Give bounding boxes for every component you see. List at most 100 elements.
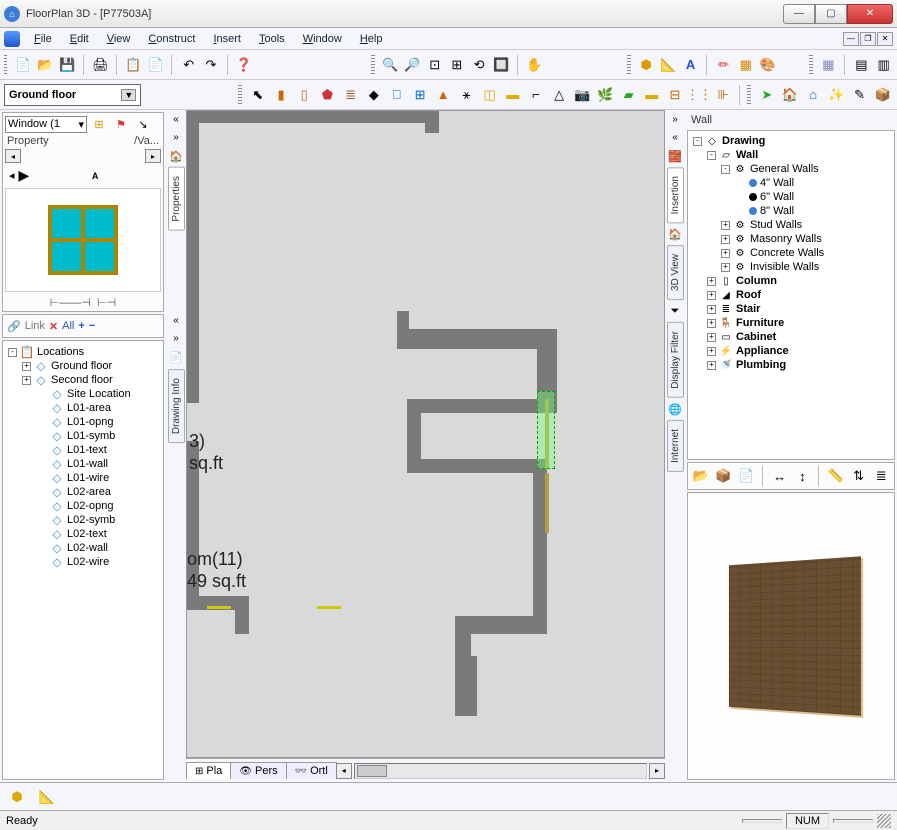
scroll-right-button[interactable]: ▸ xyxy=(145,149,161,163)
dims-button[interactable]: 📐 xyxy=(659,54,678,76)
redo-button[interactable]: ↷ xyxy=(201,54,220,76)
wall-tool[interactable]: ▮ xyxy=(271,84,291,106)
3d-toggle-button[interactable]: ⬢ xyxy=(6,786,28,808)
tree-row[interactable]: ◇L01-text xyxy=(5,443,161,457)
cat-box-button[interactable]: 📦 xyxy=(714,465,734,487)
tree-row[interactable]: ◇L02-symb xyxy=(5,513,161,527)
collapse-right-icon[interactable]: » xyxy=(668,112,682,126)
copy-button[interactable]: 📋 xyxy=(124,54,143,76)
expand-icon[interactable]: + xyxy=(707,347,716,356)
link-toggle[interactable]: 🔗 xyxy=(7,320,21,333)
expand-icon[interactable]: - xyxy=(8,348,17,357)
expand-icon[interactable]: + xyxy=(721,221,730,230)
rafter-tool[interactable]: ⌐ xyxy=(526,84,546,106)
print-button[interactable]: 🖨 xyxy=(91,54,110,76)
toolbar-grip[interactable] xyxy=(4,55,7,75)
object-catalog-button[interactable]: 📦 xyxy=(873,84,893,106)
resize-grip[interactable] xyxy=(877,814,891,828)
expand-icon[interactable]: - xyxy=(721,165,730,174)
cat-new-button[interactable]: 📄 xyxy=(736,465,756,487)
window-tool[interactable]: ⊞ xyxy=(410,84,430,106)
vtab-insertion[interactable]: Insertion xyxy=(667,167,684,223)
menu-insert[interactable]: Insert xyxy=(205,31,249,47)
zoom-window-button[interactable]: ⊡ xyxy=(425,54,444,76)
app-menu-icon[interactable] xyxy=(4,31,20,47)
vtab-3dview[interactable]: 3D View xyxy=(667,245,684,300)
toolbar-grip[interactable] xyxy=(238,85,242,105)
3d-vtab-icon[interactable]: 🏠 xyxy=(667,226,683,242)
tree-row[interactable]: +◇Ground floor xyxy=(5,359,161,373)
tree-row[interactable]: +≣Stair xyxy=(690,302,892,316)
magic-button[interactable]: ✨ xyxy=(826,84,846,106)
collapse-left-top-icon[interactable]: « xyxy=(169,112,183,126)
collapse-left-bot-icon2[interactable]: » xyxy=(169,332,183,346)
delete-button[interactable]: ✕ xyxy=(49,320,58,333)
tree-row[interactable]: +◇Second floor xyxy=(5,373,161,387)
tree-row[interactable]: ◇L02-text xyxy=(5,527,161,541)
tree-row[interactable]: +⚙Masonry Walls xyxy=(690,232,892,246)
zoom-in-button[interactable]: 🔍 xyxy=(381,54,400,76)
add-button[interactable]: + xyxy=(78,320,84,332)
floor-selector[interactable]: Ground floor ▼ xyxy=(4,84,141,106)
tree-row[interactable]: 8" Wall xyxy=(690,204,892,218)
paste-button[interactable]: 📄 xyxy=(146,54,165,76)
vtab-properties[interactable]: Properties xyxy=(168,167,185,231)
camera-tool[interactable]: 📷 xyxy=(572,84,592,106)
tree-row[interactable]: 4" Wall xyxy=(690,176,892,190)
cat-mirror-button[interactable]: ↕ xyxy=(793,465,813,487)
menu-view[interactable]: View xyxy=(99,31,139,47)
select-tool[interactable]: ⬉ xyxy=(248,84,268,106)
menu-help[interactable]: Help xyxy=(352,31,391,47)
zoom-realtime-button[interactable]: 🔲 xyxy=(492,54,511,76)
hscrollbar[interactable] xyxy=(354,763,647,779)
palette-button[interactable]: 🎨 xyxy=(758,54,777,76)
3d-view-button[interactable]: ⬢ xyxy=(637,54,656,76)
collapse-left-bot-icon[interactable]: « xyxy=(169,314,183,328)
terrain-tool[interactable]: ▰ xyxy=(619,84,639,106)
tree-row[interactable]: ◇L01-wire xyxy=(5,471,161,485)
mdi-close-button[interactable]: ✕ xyxy=(877,32,893,46)
pan-button[interactable]: ✋ xyxy=(525,54,544,76)
tree-row[interactable]: +⚙Invisible Walls xyxy=(690,260,892,274)
door-tool[interactable]: ⎕ xyxy=(387,84,407,106)
prev-arrow-icon[interactable]: ◂ xyxy=(9,169,15,182)
cat-open-button[interactable]: 📂 xyxy=(691,465,711,487)
catalog-tree[interactable]: -◇Drawing-▱Wall-⚙General Walls4" Wall6" … xyxy=(687,130,895,460)
expand-icon[interactable]: + xyxy=(721,263,730,272)
tree-row[interactable]: ◇L02-wire xyxy=(5,555,161,569)
filter-stack-button[interactable]: ▥ xyxy=(874,54,893,76)
tree-row[interactable]: ◇L01-area xyxy=(5,401,161,415)
cat-list-button[interactable]: ≣ xyxy=(871,465,891,487)
tab-plan[interactable]: ⊞ Pla xyxy=(186,762,231,779)
plant-tool[interactable]: 🌿 xyxy=(595,84,615,106)
tree-row[interactable]: +🚿Plumbing xyxy=(690,358,892,372)
stair-tool[interactable]: ≣ xyxy=(340,84,360,106)
opening-tool[interactable]: ▲ xyxy=(433,84,453,106)
expand-icon[interactable]: - xyxy=(693,137,702,146)
mdi-restore-button[interactable]: ❐ xyxy=(860,32,876,46)
tree-row[interactable]: ◇L01-wall xyxy=(5,457,161,471)
minimize-button[interactable]: — xyxy=(783,4,815,24)
scroll-left-button[interactable]: ◂ xyxy=(5,149,21,163)
cat-ruler-button[interactable]: 📏 xyxy=(826,465,846,487)
expand-icon[interactable]: + xyxy=(22,376,31,385)
tree-row[interactable]: +🪑Furniture xyxy=(690,316,892,330)
grid-button[interactable]: ▦ xyxy=(819,54,838,76)
expand-icon[interactable]: + xyxy=(707,361,716,370)
toolbar-grip[interactable] xyxy=(371,55,374,75)
toolbar-grip[interactable] xyxy=(627,55,630,75)
save-button[interactable]: 💾 xyxy=(58,54,77,76)
layers-button[interactable]: ▤ xyxy=(852,54,871,76)
menu-construct[interactable]: Construct xyxy=(140,31,203,47)
beam-tool[interactable]: ◫ xyxy=(480,84,500,106)
tab-ortho[interactable]: 👓 Ortl xyxy=(286,762,337,779)
tree-row[interactable]: ◇L01-symb xyxy=(5,429,161,443)
tree-row[interactable]: +◢Roof xyxy=(690,288,892,302)
mdi-minimize-button[interactable]: — xyxy=(843,32,859,46)
selection-rect[interactable] xyxy=(537,391,555,469)
tree-row[interactable]: ◇L02-area xyxy=(5,485,161,499)
toolbar-grip[interactable] xyxy=(809,55,812,75)
slab-tool[interactable]: ◆ xyxy=(364,84,384,106)
deck-tool[interactable]: ⊟ xyxy=(665,84,685,106)
tree-row[interactable]: +▯Column xyxy=(690,274,892,288)
